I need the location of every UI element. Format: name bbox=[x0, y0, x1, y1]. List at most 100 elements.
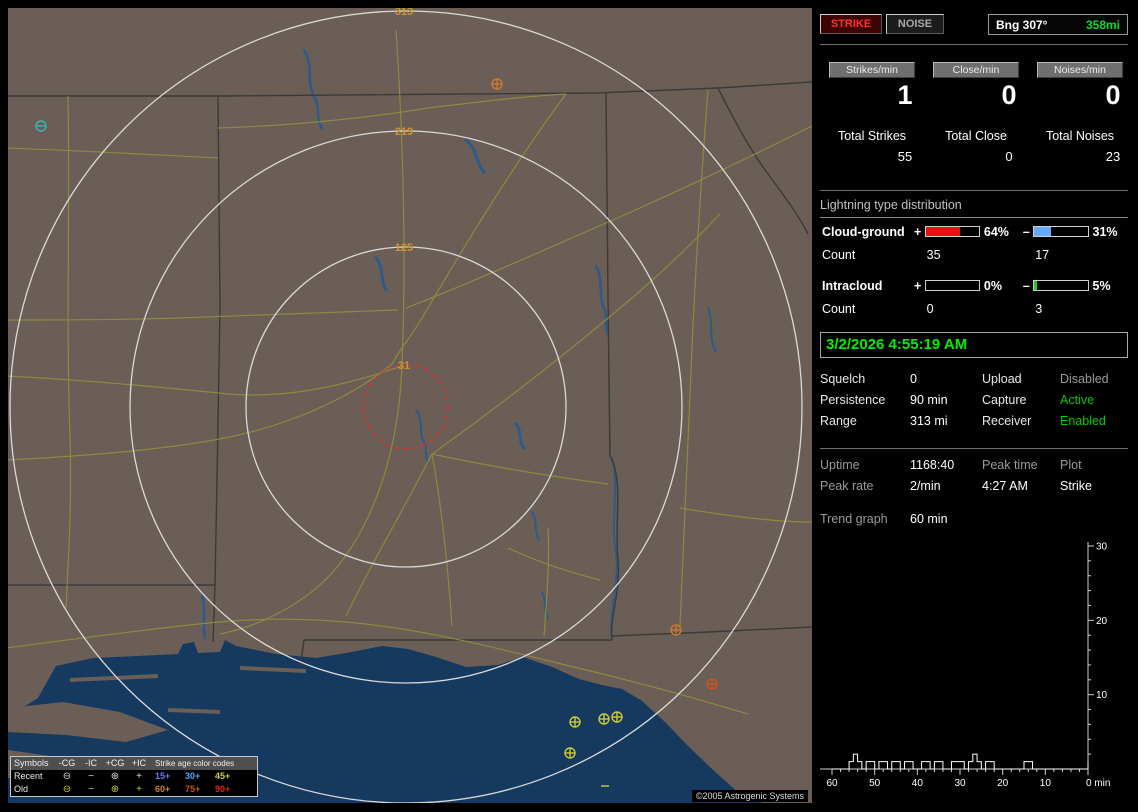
strike-marker-circle-plus bbox=[598, 713, 610, 725]
total-strikes-label: Total Strikes bbox=[837, 129, 907, 143]
plus-icon: + bbox=[136, 771, 142, 782]
svg-text:60: 60 bbox=[826, 778, 838, 789]
total-close-value: 0 bbox=[1005, 149, 1013, 164]
plus-icon: + bbox=[136, 784, 142, 795]
plot-value: Strike bbox=[1060, 479, 1092, 493]
uptime-value: 1168:40 bbox=[910, 458, 955, 472]
ic-negative-pct: 5% bbox=[1092, 278, 1111, 293]
strike-marker-circle-plus bbox=[670, 624, 682, 636]
capture-label: Capture bbox=[982, 393, 1027, 407]
minus-icon: − bbox=[88, 771, 94, 782]
ic-positive-pct: 0% bbox=[983, 278, 1002, 293]
distribution-title: Lightning type distribution bbox=[820, 198, 1128, 218]
trend-line bbox=[832, 753, 1089, 770]
squelch-value: 0 bbox=[910, 372, 917, 386]
age-75: 75+ bbox=[185, 784, 201, 794]
close-per-min-header: Close/min bbox=[933, 62, 1019, 78]
ring-label-125: 125 bbox=[395, 242, 413, 254]
ic-negative-count: 3 bbox=[1035, 302, 1043, 316]
legend-type-pos-cg: +CG bbox=[105, 758, 125, 768]
count-label: Count bbox=[822, 248, 856, 262]
circle-plus-icon: ⊕ bbox=[110, 771, 120, 782]
bearing-range: 358mi bbox=[1085, 17, 1120, 32]
count-label: Count bbox=[822, 302, 856, 316]
strike-marker-circle-plus bbox=[706, 678, 718, 690]
range-label: Range bbox=[820, 414, 857, 428]
ring-label-31: 31 bbox=[398, 360, 410, 372]
persistence-value: 90 min bbox=[910, 393, 948, 407]
svg-text:10: 10 bbox=[1096, 690, 1108, 701]
trend-graph-label: Trend graph bbox=[820, 512, 888, 526]
peak-time-value: 4:27 AM bbox=[982, 479, 1028, 493]
cg-negative-bar bbox=[1033, 226, 1089, 237]
ic-positive-bar bbox=[924, 280, 980, 291]
intracloud-count-row: Count 0 3 bbox=[820, 302, 1128, 317]
datetime-display: 3/2/2026 4:55:19 AM bbox=[820, 332, 1128, 358]
svg-text:0 min: 0 min bbox=[1086, 778, 1110, 789]
receiver-label: Receiver bbox=[982, 414, 1032, 428]
total-values: 55 0 23 bbox=[820, 149, 1128, 164]
svg-text:30: 30 bbox=[1096, 542, 1108, 553]
legend-old-label: Old bbox=[14, 784, 29, 794]
upload-label: Upload bbox=[982, 372, 1022, 386]
uptime-label: Uptime bbox=[820, 458, 860, 472]
plot-label: Plot bbox=[1060, 458, 1082, 472]
legend-type-neg-ic: -IC bbox=[85, 758, 97, 768]
circle-minus-icon: ⊖ bbox=[62, 784, 72, 795]
legend-old-row: Old ⊖ − ⊕ + 60+ 75+ 90+ bbox=[11, 783, 257, 796]
strike-marker-circle-plus bbox=[611, 711, 623, 723]
strike-marker-circle-plus bbox=[491, 78, 503, 90]
intracloud-row: Intracloud + 0% – 5% bbox=[820, 278, 1128, 293]
strike-button[interactable]: STRIKE bbox=[820, 14, 882, 34]
divider bbox=[820, 190, 1128, 191]
bearing-value: Bng 307° bbox=[996, 17, 1048, 32]
map-canvas: 313 219 125 31 bbox=[8, 8, 812, 803]
plus-sign: + bbox=[914, 278, 922, 293]
legend-type-pos-ic: +IC bbox=[131, 758, 147, 768]
age-45: 45+ bbox=[215, 771, 231, 781]
capture-status: Active bbox=[1060, 393, 1095, 407]
noises-per-min-header: Noises/min bbox=[1037, 62, 1123, 78]
minus-sign: – bbox=[1022, 278, 1030, 293]
age-15: 15+ bbox=[155, 771, 171, 781]
cloud-ground-label: Cloud-ground bbox=[822, 224, 905, 239]
circle-minus-icon: ⊖ bbox=[62, 771, 72, 782]
total-close-label: Total Close bbox=[945, 129, 1007, 143]
legend-recent-row: Recent ⊖ − ⊕ + 15+ 30+ 45+ bbox=[11, 770, 257, 783]
divider bbox=[820, 448, 1128, 449]
age-60: 60+ bbox=[155, 784, 171, 794]
circle-plus-icon: ⊕ bbox=[110, 784, 120, 795]
strike-marker-circle-plus bbox=[569, 716, 581, 728]
cg-positive-bar bbox=[924, 226, 980, 237]
svg-text:10: 10 bbox=[1040, 778, 1052, 789]
total-noises-label: Total Noises bbox=[1045, 129, 1115, 143]
strikes-per-min-header: Strikes/min bbox=[829, 62, 915, 78]
trend-graph: 10 20 30 60 50 40 30 20 10 0 min bbox=[820, 542, 1110, 789]
ic-negative-bar bbox=[1033, 280, 1089, 291]
settings-grid: Squelch 0 Upload Disabled Persistence 90… bbox=[820, 372, 1128, 428]
cg-positive-count: 35 bbox=[926, 248, 941, 262]
peak-time-label: Peak time bbox=[982, 458, 1038, 472]
minus-icon: − bbox=[88, 784, 94, 795]
svg-text:50: 50 bbox=[869, 778, 881, 789]
noises-per-min-value: 0 bbox=[1105, 80, 1121, 110]
noise-button[interactable]: NOISE bbox=[886, 14, 944, 34]
total-noises-value: 23 bbox=[1105, 149, 1121, 164]
total-labels: Total Strikes Total Close Total Noises bbox=[820, 129, 1128, 143]
svg-text:20: 20 bbox=[997, 778, 1009, 789]
rate-values: 1 0 0 bbox=[820, 80, 1128, 111]
svg-text:40: 40 bbox=[912, 778, 924, 789]
close-per-min-value: 0 bbox=[1001, 80, 1017, 110]
stats-grid: Uptime 1168:40 Peak time Plot Peak rate … bbox=[820, 458, 1128, 493]
range-value: 313 mi bbox=[910, 414, 948, 428]
bearing-box: Bng 307° 358mi bbox=[988, 14, 1128, 35]
cg-negative-count: 17 bbox=[1035, 248, 1050, 262]
legend-header: Symbols -CG -IC +CG +IC Strike age color… bbox=[11, 757, 257, 770]
cloud-ground-count-row: Count 35 17 bbox=[820, 248, 1128, 263]
legend-age-header: Strike age color codes bbox=[155, 759, 235, 768]
upload-status: Disabled bbox=[1060, 372, 1109, 386]
squelch-label: Squelch bbox=[820, 372, 866, 386]
legend-recent-label: Recent bbox=[14, 771, 43, 781]
ic-positive-count: 0 bbox=[926, 302, 934, 316]
receiver-status: Enabled bbox=[1060, 414, 1106, 428]
